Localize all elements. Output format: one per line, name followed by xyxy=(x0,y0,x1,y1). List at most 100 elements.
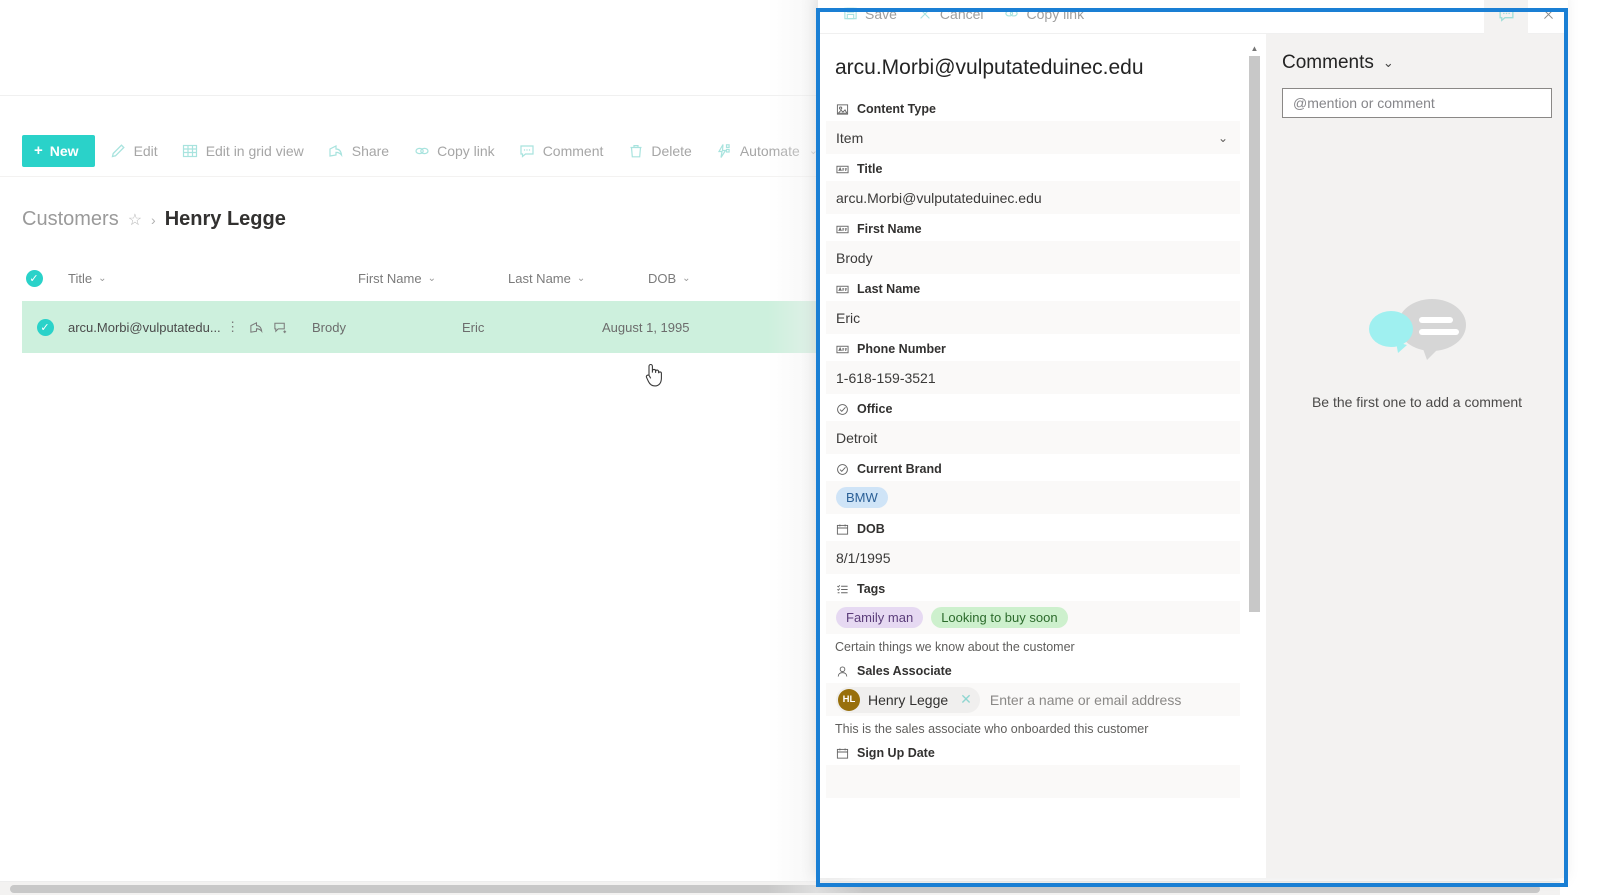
save-icon xyxy=(842,6,858,22)
content-type-dropdown[interactable]: Item ⌄ xyxy=(826,121,1240,155)
tags-description: Certain things we know about the custome… xyxy=(835,640,1075,654)
mouse-cursor xyxy=(642,362,664,388)
copy-link-label: Copy link xyxy=(437,142,495,159)
check-icon[interactable]: ✓ xyxy=(25,269,43,287)
sales-associate-description: This is the sales associate who onboarde… xyxy=(835,722,1149,736)
field-label-text: Office xyxy=(857,402,893,416)
field-label-text: DOB xyxy=(857,522,885,536)
link-icon xyxy=(1004,6,1020,22)
comment-button[interactable]: Comment xyxy=(510,135,613,167)
cancel-label: Cancel xyxy=(939,5,984,22)
title-input[interactable]: arcu.Morbi@vulputateduinec.edu xyxy=(826,181,1240,215)
person-chip[interactable]: HL Henry Legge ✕ xyxy=(836,686,980,713)
field-label-text: Tags xyxy=(857,582,886,596)
choice-icon xyxy=(835,402,849,416)
person-name: Henry Legge xyxy=(868,691,949,708)
copy-link-button[interactable]: Copy link xyxy=(404,135,504,167)
comments-toggle-button[interactable] xyxy=(1484,0,1528,34)
phone-number-input[interactable]: 1-618-159-3521 xyxy=(826,361,1240,395)
person-search-input[interactable]: Enter a name or email address xyxy=(990,692,1181,708)
field-sales-associate: Sales Associate HL Henry Legge ✕ Enter a… xyxy=(826,664,1240,736)
sign-up-date-input[interactable] xyxy=(826,765,1240,799)
field-current-brand: Current Brand BMW xyxy=(826,462,1240,515)
edit-in-grid-view-button[interactable]: Edit in grid view xyxy=(173,135,313,167)
check-icon[interactable]: ✓ xyxy=(36,318,54,336)
field-label-tags: Tags xyxy=(835,582,1240,596)
comments-empty-state: Be the first one to add a comment xyxy=(1266,296,1568,410)
new-button[interactable]: + New xyxy=(22,134,95,167)
office-input[interactable]: Detroit xyxy=(826,421,1240,455)
star-icon[interactable]: ☆ xyxy=(128,210,142,230)
avatar: HL xyxy=(838,688,860,711)
breadcrumb: Customers ☆ › Henry Legge xyxy=(22,208,286,231)
tags-input[interactable]: Family man Looking to buy soon xyxy=(826,601,1240,635)
last-name-input[interactable]: Eric xyxy=(826,301,1240,335)
dob-input[interactable]: 8/1/1995 xyxy=(826,541,1240,575)
first-name-input[interactable]: Brody xyxy=(826,241,1240,275)
field-label-dob: DOB xyxy=(835,522,1240,536)
cancel-button[interactable]: Cancel xyxy=(907,0,994,30)
field-label-phone-number: Phone Number xyxy=(835,342,1240,356)
field-title: Title arcu.Morbi@vulputateduinec.edu xyxy=(826,162,1240,215)
field-label-content-type: Content Type xyxy=(835,102,1240,116)
row-cell-title[interactable]: arcu.Morbi@vulputatedu... ⋮ xyxy=(68,319,312,335)
horizontal-scrollbar[interactable] xyxy=(0,881,1560,895)
item-details-panel: Save Cancel Copy link arcu.Morbi@vulputa… xyxy=(818,0,1568,878)
close-panel-button[interactable] xyxy=(1528,0,1568,34)
current-brand-input[interactable]: BMW xyxy=(826,481,1240,515)
comment-input[interactable]: @mention or comment xyxy=(1282,88,1552,118)
column-header-last-name[interactable]: Last Name ⌄ xyxy=(508,271,648,286)
first-name-value: Brody xyxy=(836,249,873,266)
column-header-dob-label: DOB xyxy=(648,270,677,286)
text-icon xyxy=(835,342,849,356)
comment-icon[interactable] xyxy=(269,320,293,335)
field-label-first-name: First Name xyxy=(835,222,1240,236)
field-label-text: Phone Number xyxy=(857,342,946,356)
breadcrumb-root[interactable]: Customers xyxy=(22,208,119,231)
horizontal-scrollbar-thumb[interactable] xyxy=(10,885,1540,893)
comment-input-placeholder: @mention or comment xyxy=(1293,95,1435,111)
delete-button[interactable]: Delete xyxy=(618,135,700,167)
content-type-icon xyxy=(835,102,849,116)
column-header-title[interactable]: Title ⌄ xyxy=(68,271,358,286)
share-button[interactable]: Share xyxy=(319,135,398,167)
select-all-cell[interactable]: ✓ xyxy=(0,269,68,287)
save-label: Save xyxy=(865,5,897,22)
panel-copy-link-button[interactable]: Copy link xyxy=(994,0,1095,30)
speech-bubbles-icon xyxy=(1369,299,1466,360)
calendar-icon xyxy=(835,522,849,536)
field-content-type: Content Type Item ⌄ xyxy=(826,102,1240,155)
field-label-text: Last Name xyxy=(857,282,921,296)
comments-pane: Comments ⌄ @mention or comment Be the fi… xyxy=(1266,34,1568,878)
field-phone-number: Phone Number 1-618-159-3521 xyxy=(826,342,1240,395)
scrollbar-thumb[interactable] xyxy=(1249,56,1260,612)
delete-label: Delete xyxy=(651,142,692,159)
field-sign-up-date: Sign Up Date xyxy=(826,746,1240,799)
field-tags: Tags Family man Looking to buy soon Cert… xyxy=(826,582,1240,654)
row-cell-dob: August 1, 1995 xyxy=(602,319,690,335)
panel-command-bar: Save Cancel Copy link xyxy=(818,0,1568,34)
edit-button[interactable]: Edit xyxy=(101,135,167,167)
share-label: Share xyxy=(351,142,390,159)
close-icon[interactable]: ✕ xyxy=(956,691,976,708)
grid-icon xyxy=(182,142,199,159)
tag-pill: Looking to buy soon xyxy=(931,607,1068,628)
column-header-dob[interactable]: DOB ⌄ xyxy=(648,271,808,286)
save-button[interactable]: Save xyxy=(832,0,907,30)
row-title-text: arcu.Morbi@vulputatedu... xyxy=(68,319,221,335)
breadcrumb-current: Henry Legge xyxy=(164,208,286,230)
more-options-icon[interactable]: ⋮ xyxy=(221,319,245,335)
share-icon[interactable] xyxy=(245,320,269,335)
column-header-last-name-label: Last Name xyxy=(508,270,571,286)
form-vertical-scrollbar[interactable]: ▲ xyxy=(1249,42,1260,878)
chevron-down-icon[interactable]: ⌄ xyxy=(1383,55,1394,71)
column-header-first-name[interactable]: First Name ⌄ xyxy=(358,271,508,286)
field-dob: DOB 8/1/1995 xyxy=(826,522,1240,575)
row-select-cell[interactable]: ✓ xyxy=(22,318,68,336)
scroll-up-icon[interactable]: ▲ xyxy=(1249,42,1260,54)
automate-button[interactable]: Automate ⌄ xyxy=(707,135,827,167)
row-cell-last-name: Eric xyxy=(462,319,485,335)
field-label-sales-associate: Sales Associate xyxy=(835,664,1240,678)
sales-associate-picker[interactable]: HL Henry Legge ✕ Enter a name or email a… xyxy=(826,683,1240,717)
pencil-icon xyxy=(110,142,127,159)
